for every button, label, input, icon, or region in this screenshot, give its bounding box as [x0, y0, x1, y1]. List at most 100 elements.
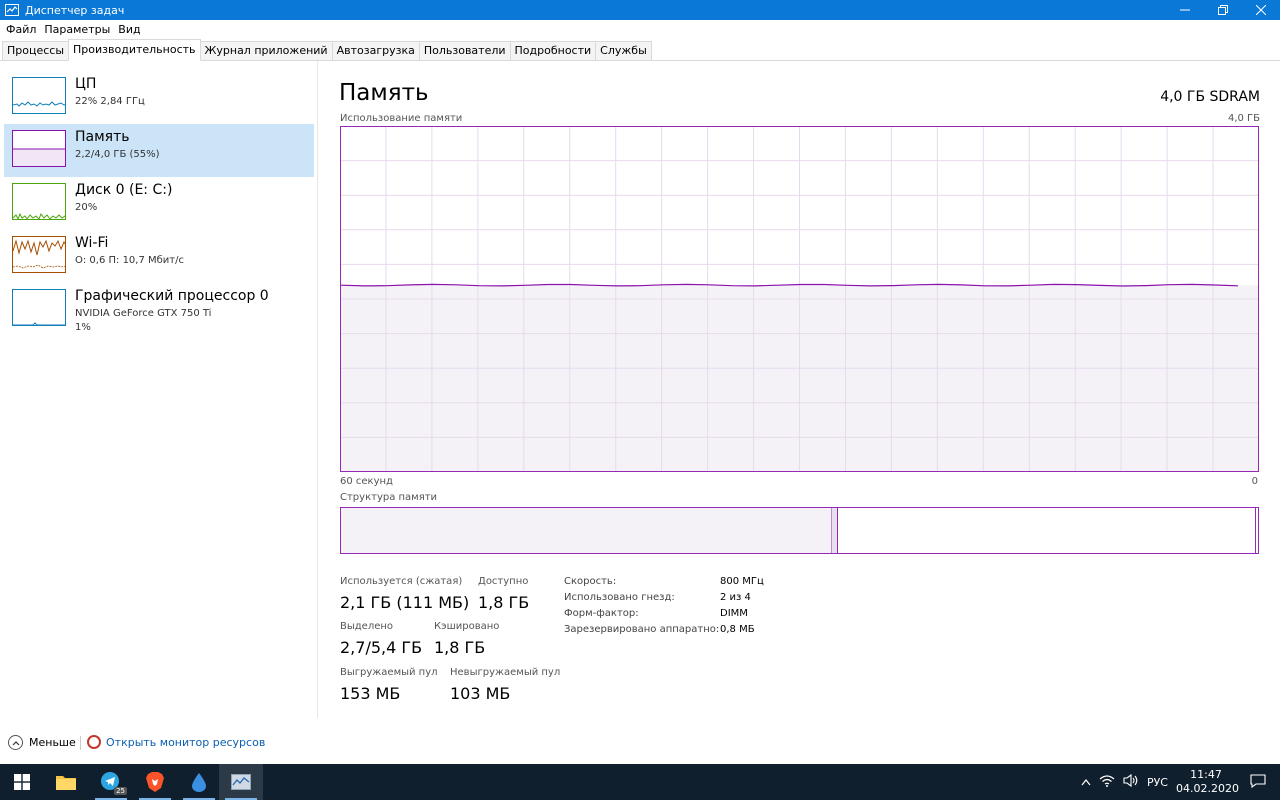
show-hidden-icons-button[interactable] — [1081, 776, 1091, 789]
resource-gpu-name: Графический процессор 0 — [75, 288, 269, 304]
start-button[interactable] — [0, 764, 44, 800]
tab-services[interactable]: Службы — [595, 41, 652, 60]
close-button[interactable] — [1242, 0, 1280, 20]
stat-cached-value: 1,8 ГБ — [434, 638, 486, 657]
system-tray: РУС 11:47 04.02.2020 — [1077, 764, 1280, 800]
clock[interactable]: 11:47 04.02.2020 — [1176, 768, 1239, 796]
resource-gpu-sub: NVIDIA GeForce GTX 750 Ti — [75, 308, 212, 319]
wifi-sparkline — [12, 236, 66, 273]
resource-memory-sub: 2,2/4,0 ГБ (55%) — [75, 149, 160, 160]
stat-available-value: 1,8 ГБ — [478, 593, 530, 612]
tab-users[interactable]: Пользователи — [418, 41, 511, 60]
graph-seconds: 60 секунд — [340, 476, 393, 487]
page-title: Память — [339, 80, 429, 106]
menu-bar: Файл Параметры Вид — [0, 20, 1280, 39]
chevron-up-icon — [1081, 778, 1091, 785]
resource-cpu-name: ЦП — [75, 76, 97, 92]
detail-speed-label: Скорость: — [564, 576, 617, 587]
tab-processes[interactable]: Процессы — [2, 41, 70, 60]
close-icon — [1256, 5, 1266, 15]
resource-disk-sub: 20% — [75, 202, 98, 213]
window-title: Диспетчер задач — [25, 3, 125, 17]
resource-wifi[interactable]: Wi-Fi О: 0,6 П: 10,7 Мбит/с — [4, 230, 314, 283]
tab-startup[interactable]: Автозагрузка — [331, 41, 420, 60]
restore-icon — [1218, 5, 1228, 15]
speaker-icon — [1123, 773, 1138, 788]
water-drop-icon — [192, 773, 206, 792]
graph-label: Использование памяти — [340, 113, 463, 124]
resource-wifi-sub: О: 0,6 П: 10,7 Мбит/с — [75, 255, 184, 266]
tab-performance[interactable]: Производительность — [68, 39, 201, 61]
detail-form-factor-label: Форм-фактор: — [564, 608, 639, 619]
detail-slots-label: Использовано гнезд: — [564, 592, 675, 603]
graph-max: 4,0 ГБ — [1227, 113, 1260, 124]
notification-icon — [1250, 773, 1266, 788]
taskbar-telegram[interactable]: 25 — [89, 764, 133, 800]
stat-in-use-label: Используется (сжатая) — [340, 576, 463, 587]
stat-available-label: Доступно — [478, 576, 529, 587]
taskbar-explorer[interactable] — [44, 764, 88, 800]
detail-reserved-label: Зарезервировано аппаратно: — [564, 624, 720, 635]
detail-slots-value: 2 из 4 — [720, 592, 751, 603]
stat-in-use-value: 2,1 ГБ (111 МБ) — [340, 593, 470, 612]
resource-list: ЦП 22% 2,84 ГГц Память 2,2/4,0 ГБ (55%) … — [0, 61, 318, 718]
resource-memory[interactable]: Память 2,2/4,0 ГБ (55%) — [4, 124, 314, 177]
menu-view[interactable]: Вид — [114, 23, 144, 36]
taskbar-brave[interactable] — [133, 764, 177, 800]
structure-in-use — [341, 508, 832, 553]
network-button[interactable] — [1099, 774, 1115, 790]
title-bar: Диспетчер задач — [0, 0, 1280, 20]
tab-details[interactable]: Подробности — [509, 41, 597, 60]
restore-button[interactable] — [1204, 0, 1242, 20]
wifi-icon — [1099, 775, 1115, 787]
open-resource-monitor-link[interactable]: Открыть монитор ресурсов — [87, 735, 265, 749]
structure-label: Структура памяти — [340, 492, 438, 503]
resource-wifi-name: Wi-Fi — [75, 235, 109, 251]
tab-app-history[interactable]: Журнал приложений — [199, 41, 333, 60]
resource-disk-name: Диск 0 (E: C:) — [75, 182, 173, 198]
cpu-sparkline — [12, 77, 66, 114]
taskbar-task-manager[interactable] — [219, 764, 263, 800]
windows-icon — [14, 774, 30, 790]
fewer-details-label: Меньше — [29, 736, 76, 749]
folder-icon — [56, 776, 76, 790]
fewer-details-button[interactable]: Меньше — [8, 735, 76, 750]
menu-options[interactable]: Параметры — [40, 23, 114, 36]
task-manager-taskbar-icon — [231, 774, 251, 790]
input-language[interactable]: РУС — [1147, 776, 1168, 789]
structure-free-edge — [1255, 508, 1258, 553]
resource-gpu[interactable]: Графический процессор 0 NVIDIA GeForce G… — [4, 283, 314, 343]
structure-modified — [832, 508, 838, 553]
resource-cpu-sub: 22% 2,84 ГГц — [75, 96, 145, 107]
resource-disk[interactable]: Диск 0 (E: C:) 20% — [4, 177, 314, 230]
task-manager-icon — [5, 4, 19, 16]
clock-date: 04.02.2020 — [1176, 782, 1239, 795]
telegram-badge: 25 — [114, 787, 127, 795]
memory-usage-graph — [340, 126, 1259, 472]
detail-reserved-value: 0,8 МБ — [720, 624, 755, 635]
graph-zero: 0 — [1251, 476, 1258, 487]
resource-gpu-sub2: 1% — [75, 322, 91, 333]
stat-committed-label: Выделено — [340, 621, 394, 632]
stat-nonpaged-value: 103 МБ — [450, 684, 511, 703]
detail-speed-value: 800 МГц — [720, 576, 764, 587]
open-resource-monitor-label: Открыть монитор ресурсов — [106, 735, 266, 749]
menu-file[interactable]: Файл — [2, 23, 40, 36]
stat-paged-value: 153 МБ — [340, 684, 401, 703]
stat-paged-label: Выгружаемый пул — [340, 667, 438, 678]
resource-monitor-icon — [87, 735, 101, 749]
minimize-icon — [1180, 9, 1190, 11]
minimize-button[interactable] — [1166, 0, 1204, 20]
footer: Меньше Открыть монитор ресурсов — [0, 730, 1280, 760]
memory-spec: 4,0 ГБ SDRAM — [1160, 89, 1260, 105]
stat-cached-label: Кэшировано — [434, 621, 500, 632]
stat-committed-value: 2,7/5,4 ГБ — [340, 638, 423, 657]
brave-icon — [146, 772, 164, 792]
resource-cpu[interactable]: ЦП 22% 2,84 ГГц — [4, 71, 314, 124]
taskbar-app-drop[interactable] — [177, 764, 221, 800]
memory-sparkline — [12, 130, 66, 167]
volume-button[interactable] — [1123, 773, 1139, 790]
resource-memory-name: Память — [75, 129, 130, 145]
action-center-button[interactable] — [1250, 773, 1266, 791]
gpu-sparkline — [12, 289, 66, 326]
